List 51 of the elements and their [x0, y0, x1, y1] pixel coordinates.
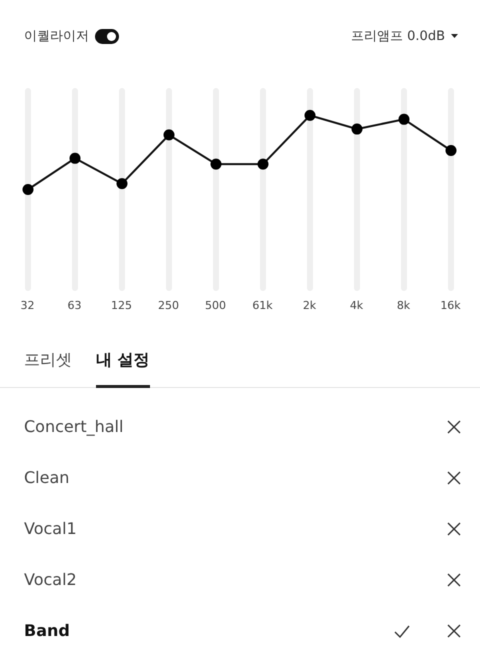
delete-button[interactable]	[446, 572, 462, 588]
slider-thumb[interactable]	[210, 158, 222, 170]
caret-icon	[451, 34, 458, 38]
close-icon	[446, 622, 462, 638]
tab[interactable]: 프리셋	[24, 344, 72, 388]
delete-button[interactable]	[446, 520, 462, 536]
preset-name[interactable]: Band	[24, 621, 394, 640]
slider-thumb[interactable]	[304, 110, 316, 121]
frequency-label: 8k	[396, 299, 412, 312]
preset-name[interactable]: Vocal2	[24, 570, 446, 589]
slider-track[interactable]	[260, 88, 266, 291]
slider-track[interactable]	[72, 88, 78, 291]
equalizer-label: 이퀄라이저	[24, 28, 89, 45]
frequency-label: 61k	[251, 299, 274, 312]
frequency-label: 500	[204, 299, 227, 312]
preamp-dropdown[interactable]: 프리앰프 0.0dB	[351, 27, 458, 45]
slider-thumb[interactable]	[398, 114, 410, 125]
slider-track[interactable]	[166, 88, 172, 291]
slider-thumb[interactable]	[164, 129, 174, 140]
slider-track[interactable]	[401, 88, 407, 291]
frequency-label: 16k	[439, 299, 462, 312]
preset-name[interactable]: Clean	[24, 468, 446, 487]
close-icon	[446, 572, 462, 588]
close-icon	[446, 470, 462, 486]
slider-track[interactable]	[25, 88, 31, 291]
slider-thumb[interactable]	[116, 178, 128, 190]
slider-thumb[interactable]	[352, 124, 362, 135]
equalizer-toggle[interactable]	[95, 28, 119, 44]
frequency-label: 4k	[348, 299, 364, 312]
slider-thumb[interactable]	[70, 152, 80, 164]
frequency-label: 250	[157, 299, 180, 312]
frequency-label: 125	[110, 299, 133, 312]
frequency-label: 2k	[302, 299, 318, 312]
preset-name[interactable]: Concert_hall	[24, 417, 446, 436]
slider-track[interactable]	[448, 88, 454, 291]
delete-button[interactable]	[446, 470, 462, 486]
delete-button[interactable]	[446, 418, 462, 434]
close-icon	[446, 418, 462, 434]
slider-track[interactable]	[354, 88, 360, 291]
tab[interactable]: 내 설정	[96, 344, 150, 388]
delete-button[interactable]	[446, 622, 462, 638]
close-icon	[446, 520, 462, 536]
slider-track[interactable]	[307, 88, 313, 291]
slider-thumb[interactable]	[258, 158, 268, 170]
frequency-label: 32	[20, 299, 36, 312]
preset-name[interactable]: Vocal1	[24, 519, 446, 538]
slider-thumb[interactable]	[22, 184, 34, 195]
slider-track[interactable]	[213, 88, 219, 291]
slider-thumb[interactable]	[446, 145, 456, 156]
frequency-label: 63	[66, 299, 82, 312]
slider-track[interactable]	[119, 88, 125, 291]
